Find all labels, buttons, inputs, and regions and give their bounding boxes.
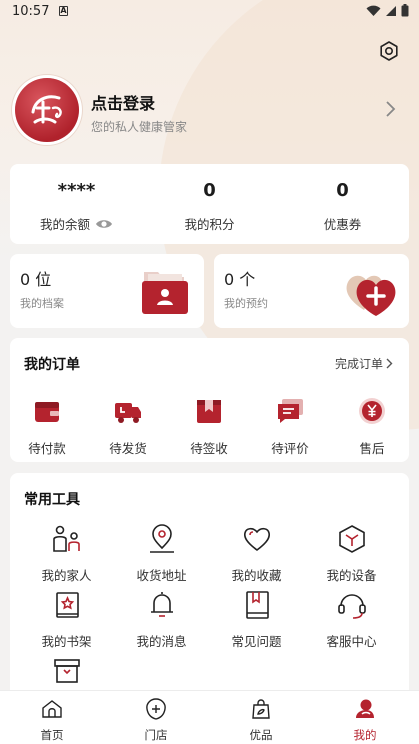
tool-my-bookshelf[interactable]: 我的书架 [19, 589, 114, 650]
tab-store[interactable]: 门店 [104, 697, 208, 743]
family-icon [52, 525, 80, 552]
cube-icon [338, 525, 365, 553]
notification-icon: A [59, 6, 68, 16]
tab-label: 首页 [40, 728, 64, 742]
tools-card: 常用工具 我的家人 收货地址 我的收藏 我的设备 我的书架 我的消息 常见问题 … [10, 473, 409, 713]
tool-label: 我的消息 [136, 634, 187, 649]
tool-label: 客服中心 [326, 634, 377, 649]
order-pending-payment[interactable]: 待付款 [7, 396, 87, 457]
status-time: 10:57 [12, 4, 50, 19]
stat-points[interactable]: 0 我的积分 [143, 178, 276, 233]
stats-card: **** 我的余额 0 我的积分 0 优惠券 [10, 164, 409, 244]
yuan-coin-icon [359, 398, 385, 424]
store-icon [146, 698, 166, 720]
battery-icon [401, 4, 409, 17]
profile-icon [356, 699, 374, 718]
system-icons [366, 4, 409, 17]
tool-label: 我的收藏 [231, 568, 282, 583]
order-label: 售后 [359, 441, 385, 456]
order-label: 待付款 [28, 441, 66, 456]
brand-logo-icon [31, 95, 62, 124]
orders-title: 我的订单 [24, 357, 80, 373]
tool-my-family[interactable]: 我的家人 [19, 523, 114, 584]
eye-icon[interactable] [95, 218, 113, 230]
tool-label: 我的书架 [41, 634, 92, 649]
booking-count: 0 个 [224, 270, 256, 289]
heart-plus-icon [346, 275, 396, 316]
balance-label: 我的余额 [39, 217, 90, 232]
tool-label: 常见问题 [231, 634, 282, 649]
tool-gift[interactable] [19, 653, 114, 695]
order-label: 待签收 [190, 441, 228, 456]
balance-value: **** [57, 180, 96, 201]
completed-orders-link[interactable]: 完成订单 [335, 355, 393, 372]
order-pending-shipment[interactable]: 待发货 [88, 396, 168, 457]
tool-my-favorites[interactable]: 我的收藏 [209, 523, 304, 584]
tab-home[interactable]: 首页 [0, 697, 104, 743]
stat-balance[interactable]: **** 我的余额 [10, 178, 143, 233]
stat-coupons[interactable]: 0 优惠券 [276, 178, 409, 233]
login-title[interactable]: 点击登录 [91, 90, 155, 114]
points-value: 0 [203, 180, 216, 201]
tool-label: 我的家人 [41, 568, 92, 583]
tab-label: 我的 [353, 728, 377, 742]
archive-label: 我的档案 [20, 297, 64, 310]
profile-login-row[interactable]: 点击登录 您的私人健康管家 [15, 78, 405, 144]
wallet-icon [35, 402, 59, 422]
archive-count: 0 位 [20, 270, 52, 289]
book-icon [245, 591, 269, 619]
tab-label: 优品 [249, 728, 273, 742]
location-icon [149, 524, 174, 553]
status-bar: 10:57 A [0, 0, 419, 24]
bottom-tab-bar: 首页 门店 优品 我的 [0, 690, 419, 744]
package-icon [197, 400, 221, 423]
home-icon [42, 700, 62, 718]
archive-card[interactable]: 0 位 我的档案 [10, 254, 204, 328]
login-subtitle: 您的私人健康管家 [91, 120, 188, 134]
booking-label: 我的预约 [224, 297, 268, 310]
tool-faq[interactable]: 常见问题 [209, 589, 304, 650]
tool-customer-service[interactable]: 客服中心 [304, 589, 399, 650]
tab-mine[interactable]: 我的 [313, 697, 417, 743]
tool-my-messages[interactable]: 我的消息 [114, 589, 209, 650]
folder-person-icon [142, 272, 188, 314]
tab-featured[interactable]: 优品 [209, 697, 313, 743]
tool-shipping-address[interactable]: 收货地址 [114, 523, 209, 584]
coupons-value: 0 [336, 180, 349, 201]
truck-icon [115, 403, 141, 423]
order-pending-review[interactable]: 待评价 [250, 396, 330, 457]
completed-orders-label[interactable]: 完成订单 [335, 355, 383, 372]
bookshelf-icon [55, 592, 79, 618]
signal-icon [386, 5, 396, 16]
settings-gear-icon[interactable] [378, 40, 400, 62]
orders-card: 我的订单 完成订单 待付款 待发货 待签收 待评价 售后 [10, 338, 409, 462]
heart-icon [243, 527, 270, 551]
order-label: 待评价 [271, 441, 309, 456]
order-after-sales[interactable]: 售后 [332, 396, 412, 457]
shopping-bag-icon [252, 699, 270, 719]
order-pending-receipt[interactable]: 待签收 [169, 396, 249, 457]
tab-label: 门店 [144, 728, 168, 742]
comment-icon [278, 399, 303, 423]
gift-icon [53, 659, 80, 683]
chevron-right-icon[interactable] [385, 100, 397, 118]
chevron-right-icon [386, 358, 393, 369]
avatar[interactable] [15, 78, 79, 142]
coupons-label: 优惠券 [323, 217, 362, 232]
tool-my-devices[interactable]: 我的设备 [304, 523, 399, 584]
bell-icon [150, 592, 173, 617]
booking-card[interactable]: 0 个 我的预约 [214, 254, 409, 328]
tool-label: 收货地址 [136, 568, 187, 583]
tool-label: 我的设备 [326, 568, 377, 583]
tools-title: 常用工具 [24, 492, 80, 508]
points-label: 我的积分 [184, 217, 235, 232]
wifi-icon [366, 5, 381, 16]
order-label: 待发货 [109, 441, 147, 456]
headset-icon [337, 594, 366, 619]
